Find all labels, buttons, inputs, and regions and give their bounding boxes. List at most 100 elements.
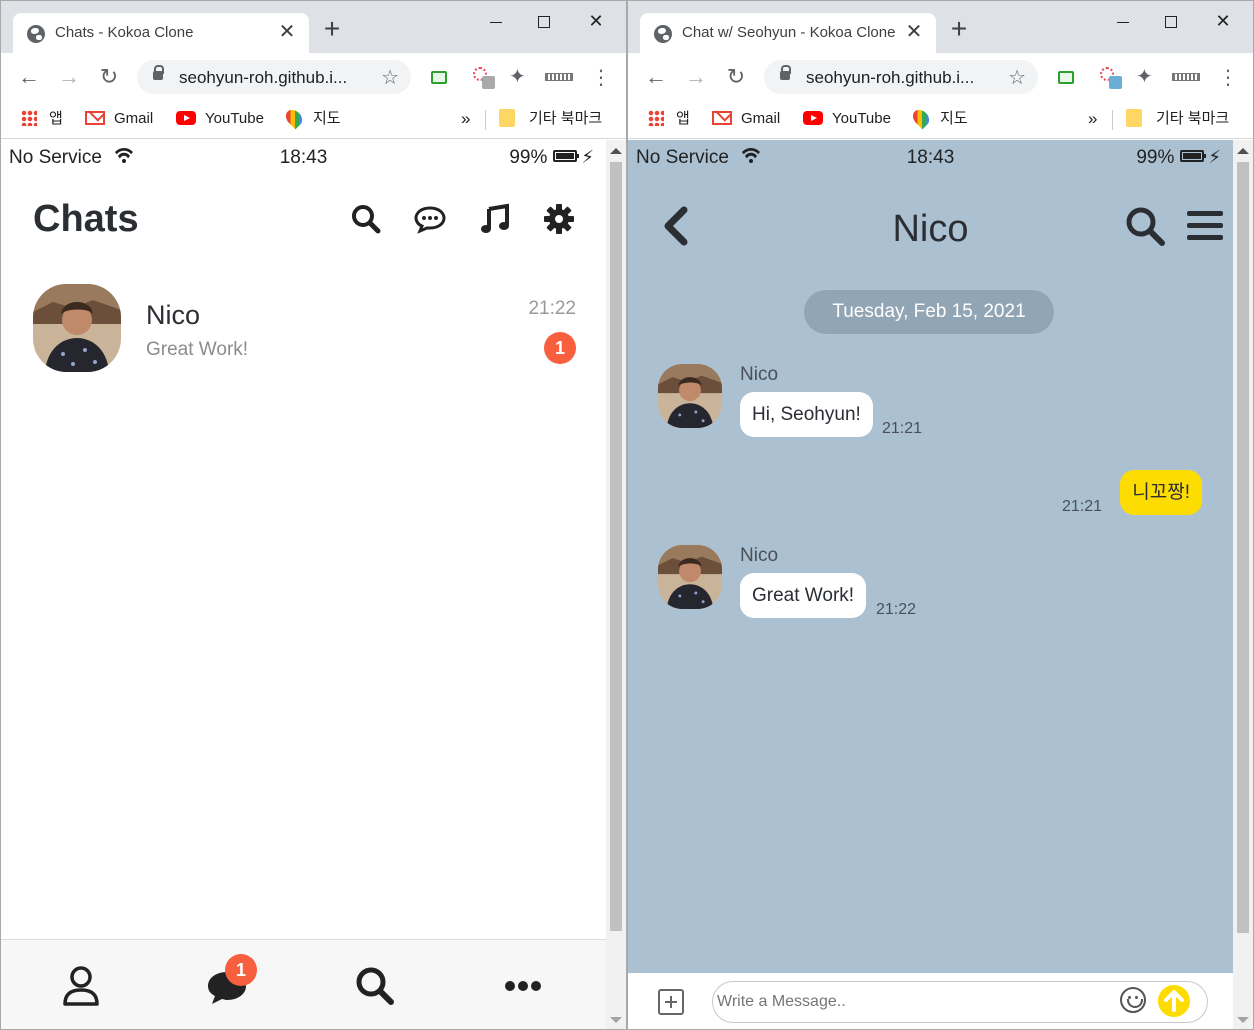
extensions-puzzle-icon[interactable]: ✦ [1136, 64, 1156, 88]
music-note-icon[interactable] [478, 202, 512, 236]
bookmarks-divider [485, 110, 486, 130]
bookmark-youtube[interactable]: YouTube [803, 108, 891, 130]
status-bar: No Service 18:43 99% ⚡ [1, 140, 606, 176]
lock-icon [153, 65, 164, 80]
battery-icon [1180, 150, 1207, 162]
message-time: 21:21 [882, 420, 923, 437]
forward-button[interactable]: → [55, 63, 83, 91]
minimize-button[interactable] [476, 7, 516, 35]
extension-keyboard-icon[interactable] [545, 73, 573, 81]
bookmark-star-icon[interactable]: ☆ [381, 65, 399, 90]
send-button[interactable] [1158, 985, 1190, 1017]
youtube-icon [176, 111, 196, 125]
extension-color-picker-icon[interactable] [473, 67, 495, 89]
message-sent: 21:21 니꼬짱! [1048, 470, 1202, 520]
avatar [33, 284, 121, 372]
chat-list-item[interactable]: Nico Great Work! 21:22 1 [33, 284, 576, 374]
scrollbar-thumb[interactable] [1237, 162, 1249, 933]
message-received: Nico Great Work! 21:22 [658, 545, 958, 625]
gmail-icon [712, 111, 732, 125]
scrollbar-thumb[interactable] [610, 162, 622, 931]
add-attachment-icon[interactable] [658, 989, 684, 1015]
address-bar[interactable]: seohyun-roh.github.i... ☆ [764, 60, 1038, 94]
maps-pin-icon [909, 106, 933, 130]
search-icon[interactable] [1123, 204, 1167, 248]
close-window-button[interactable]: ✕ [1203, 7, 1243, 35]
tab-search[interactable] [351, 962, 399, 1010]
tab-chats[interactable]: 1 [203, 954, 257, 1010]
back-button[interactable]: ← [642, 63, 670, 91]
chat-room: No Service 18:43 99% ⚡ Nico Tuesday, Feb … [628, 140, 1233, 1029]
avatar [658, 364, 722, 428]
new-chat-bubble-icon[interactable] [413, 202, 447, 236]
gmail-icon [85, 111, 105, 125]
new-tab-button[interactable]: + [946, 15, 972, 43]
tab-chats-badge: 1 [225, 954, 257, 986]
extensions-puzzle-icon[interactable]: ✦ [509, 64, 529, 88]
bookmark-apps[interactable]: 앱 [21, 108, 63, 130]
tab-more[interactable] [499, 962, 547, 1010]
bottom-tab-bar: 1 [1, 939, 606, 1029]
browser-tab[interactable]: Chats - Kokoa Clone ✕ [13, 13, 309, 53]
folder-icon [499, 109, 515, 127]
hamburger-menu-icon[interactable] [1185, 206, 1225, 246]
apps-grid-icon [21, 110, 37, 126]
charging-bolt-icon: ⚡ [581, 147, 594, 167]
extension-screen-icon[interactable] [1058, 71, 1074, 84]
search-icon [356, 967, 394, 1005]
bookmark-gmail[interactable]: Gmail [85, 108, 153, 130]
page-scrollbar[interactable] [606, 140, 626, 1029]
message-received: Nico Hi, Seohyun! 21:21 [658, 364, 958, 444]
bookmarks-overflow-button[interactable]: » [1088, 108, 1097, 130]
browser-window-chats: Chats - Kokoa Clone ✕ + ✕ ← → ↻ seohyun-… [0, 0, 627, 1030]
chat-name: Nico [146, 300, 201, 330]
bookmark-star-icon[interactable]: ☆ [1008, 65, 1026, 90]
bookmark-gmail[interactable]: Gmail [712, 108, 780, 130]
bookmark-other-folder[interactable]: 기타 북마크 [1126, 108, 1229, 130]
lock-icon [780, 65, 791, 80]
close-tab-icon[interactable]: ✕ [902, 20, 926, 44]
maximize-button[interactable] [1151, 7, 1191, 35]
maps-pin-icon [282, 106, 306, 130]
page-viewport: No Service 18:43 99% ⚡ Chats Nico Great … [1, 140, 606, 1029]
unread-badge: 1 [544, 332, 576, 364]
browser-tab[interactable]: Chat w/ Seohyun - Kokoa Clone ✕ [640, 13, 936, 53]
page-scrollbar[interactable] [1233, 140, 1253, 1029]
tab-title: Chat w/ Seohyun - Kokoa Clone [682, 24, 896, 41]
tab-friends[interactable] [57, 962, 105, 1010]
maximize-button[interactable] [524, 7, 564, 35]
chat-preview: Great Work! [146, 339, 249, 360]
browser-menu-icon[interactable]: ⋮ [591, 65, 611, 89]
reload-button[interactable]: ↻ [722, 63, 750, 91]
smiley-icon[interactable] [1120, 987, 1146, 1013]
close-window-button[interactable]: ✕ [576, 7, 616, 35]
browser-menu-icon[interactable]: ⋮ [1218, 65, 1238, 89]
forward-button[interactable]: → [682, 63, 710, 91]
minimize-button[interactable] [1103, 7, 1143, 35]
bookmark-other-folder[interactable]: 기타 북마크 [499, 108, 602, 130]
back-button[interactable]: ← [15, 63, 43, 91]
battery-percent: 99% [509, 147, 548, 168]
address-bar[interactable]: seohyun-roh.github.i... ☆ [137, 60, 411, 94]
extension-keyboard-icon[interactable] [1172, 73, 1200, 81]
bookmark-maps[interactable]: 지도 [909, 106, 968, 130]
battery-icon [553, 150, 580, 162]
message-time: 21:21 [1062, 498, 1103, 515]
bookmark-apps[interactable]: 앱 [648, 108, 690, 130]
bookmark-youtube[interactable]: YouTube [176, 108, 264, 130]
more-dots-icon [505, 981, 541, 991]
gear-icon[interactable] [542, 202, 576, 236]
new-tab-button[interactable]: + [319, 15, 345, 43]
status-bar: No Service 18:43 99% ⚡ [628, 140, 1233, 176]
bookmarks-divider [1112, 110, 1113, 130]
close-tab-icon[interactable]: ✕ [275, 20, 299, 44]
bookmark-maps[interactable]: 지도 [282, 106, 341, 130]
message-sender: Nico [740, 364, 779, 385]
message-composer [628, 973, 1233, 1029]
search-icon[interactable] [349, 202, 383, 236]
extension-color-picker-icon[interactable] [1100, 67, 1122, 89]
reload-button[interactable]: ↻ [95, 63, 123, 91]
bookmarks-overflow-button[interactable]: » [461, 108, 470, 130]
extension-screen-icon[interactable] [431, 71, 447, 84]
browser-toolbar: ← → ↻ seohyun-roh.github.i... ☆ ✦ ⋮ [1, 53, 626, 101]
